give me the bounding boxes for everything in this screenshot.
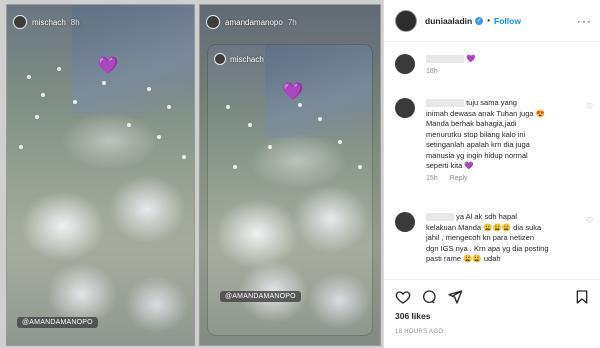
heart-icon[interactable] [395,289,411,305]
post-side-panel: duniaaladin ✓ • Follow ··· 💜 18h tuju sa… [383,0,600,348]
story-time: 8h [70,17,80,27]
heart-outline-icon[interactable]: ♡ [586,102,593,111]
inner-story-username: mischach [230,54,264,64]
comment-text: tuju sama yang inimah dewasa anak Tuhan … [426,98,545,170]
mention-tag[interactable]: @AMANDAMANOPO [17,317,98,328]
comments-list[interactable]: 💜 18h tuju sama yang inimah dewasa anak … [384,42,600,275]
post-username[interactable]: duniaaladin [425,16,472,26]
more-options-icon[interactable]: ··· [577,14,592,28]
comment-time: 15h [426,174,438,182]
comment-item: ya Al ak sdh hapal kelakuan Manda 😩😩😩 di… [395,212,593,275]
avatar[interactable] [395,9,417,32]
share-icon[interactable] [447,289,463,305]
purple-heart-emoji: 💜 [97,56,119,75]
heart-outline-icon[interactable]: ♡ [586,216,593,225]
verified-icon: ✓ [475,16,484,25]
post-actions: 306 likes 18 HOURS AGO [384,279,600,348]
purple-heart-emoji: 💜 [282,82,304,101]
separator-dot: • [487,16,491,25]
reply-button[interactable]: Reply [450,175,468,182]
comment-item: tuju sama yang inimah dewasa anak Tuhan … [395,98,593,210]
avatar[interactable] [206,15,220,29]
inner-story-header: mischach [214,53,264,65]
censored-username [426,99,464,108]
comment-icon[interactable] [421,289,437,305]
comment-item: 💜 18h [395,54,593,90]
censored-username [426,55,464,64]
avatar[interactable] [13,15,27,29]
bookmark-icon[interactable] [574,289,590,305]
story-screenshot-right: amandamanopo 7h mischach 💜 @AMANDAMANOPO [199,4,381,346]
comment-time: 18h [426,67,438,75]
avatar[interactable] [395,98,415,118]
fabric-background [72,5,194,114]
story-username[interactable]: mischach [32,18,66,27]
mention-tag[interactable]: @AMANDAMANOPO [220,291,301,302]
follow-button[interactable]: Follow [494,16,521,26]
story-username[interactable]: amandamanopo [225,18,283,27]
story-time: 7h [287,17,297,27]
story-screenshot-left: mischach 8h 💜 @AMANDAMANOPO [6,4,195,346]
story-header: amandamanopo 7h [206,15,297,29]
avatar[interactable] [395,212,415,232]
post-header: duniaaladin ✓ • Follow ··· [384,0,600,42]
like-count[interactable]: 306 likes [395,311,590,321]
post-timestamp: 18 HOURS AGO [395,329,444,335]
action-bar [395,285,590,309]
censored-username [426,213,454,222]
avatar[interactable] [395,54,415,74]
post-image[interactable]: mischach 8h 💜 @AMANDAMANOPO amandamanopo… [0,0,383,348]
comment-text: 💜 [466,54,476,63]
avatar [214,53,226,65]
story-header: mischach 8h [13,15,80,29]
